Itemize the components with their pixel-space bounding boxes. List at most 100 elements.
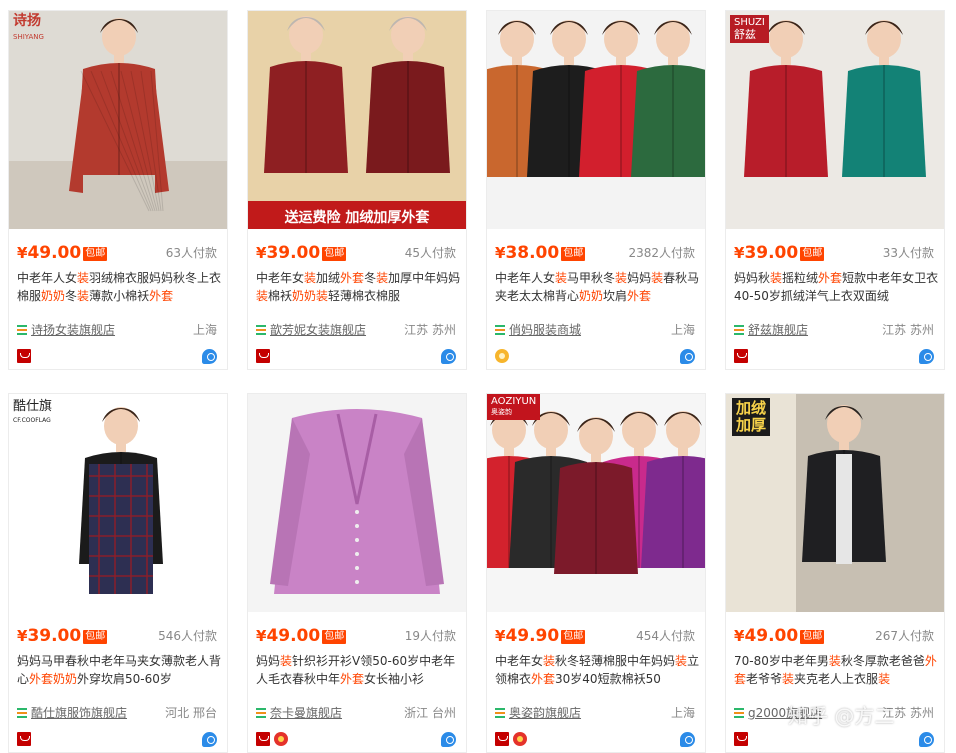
- chat-icon[interactable]: [919, 349, 934, 364]
- price-row: ¥38.00 包邮 2382人付款: [495, 241, 695, 265]
- price-row: ¥39.00 包邮 45人付款: [256, 241, 456, 265]
- shop-link[interactable]: 奥姿韵旗舰店: [509, 704, 581, 722]
- sales-count: 267人付款: [875, 629, 934, 643]
- price-row: ¥39.00 包邮 33人付款: [734, 241, 934, 265]
- product-card[interactable]: ¥38.00 包邮 2382人付款 中老年人女装马甲秋冬装妈妈装春秋马夹老太太棉背…: [486, 10, 706, 370]
- price-row: ¥49.00 包邮 19人付款: [256, 624, 456, 648]
- brand-logo: AOZIYUN 奥姿韵: [487, 394, 541, 420]
- product-card[interactable]: ¥49.00 包邮 19人付款 妈妈装针织衫开衫V领50-60岁中老年人毛衣春秋中…: [247, 393, 467, 753]
- price: ¥39.00 包邮: [734, 243, 825, 263]
- shop-location: 江苏 苏州: [404, 323, 456, 337]
- currency-symbol: ¥: [734, 244, 745, 262]
- price: ¥39.00 包邮: [256, 243, 347, 263]
- price: ¥49.90 包邮: [495, 626, 586, 646]
- currency-symbol: ¥: [17, 627, 28, 645]
- badge-row: [734, 349, 934, 365]
- product-image[interactable]: 酷仕旗 CF.COOFLAG: [9, 394, 227, 612]
- product-title[interactable]: 妈妈马甲春秋中老年马夹女薄款老人背心外套奶奶外穿坎肩50-60岁: [17, 652, 223, 692]
- shop-icon: [256, 708, 266, 718]
- flower-badge-icon: [274, 732, 288, 746]
- sales-count: 33人付款: [882, 246, 934, 260]
- brand-logo: 酷仕旗 CF.COOFLAG: [13, 399, 53, 425]
- shop-link[interactable]: 酷仕旗服饰旗舰店: [31, 704, 127, 722]
- shop-row: 歆芳妮女装旗舰店 江苏 苏州: [256, 321, 456, 339]
- shop-icon: [495, 325, 505, 335]
- shop-location: 上海: [670, 706, 695, 720]
- chat-icon[interactable]: [680, 732, 695, 747]
- price-row: ¥49.00 包邮 63人付款: [17, 241, 217, 265]
- sales-count: 19人付款: [404, 629, 456, 643]
- product-title[interactable]: 70-80岁中老年男装秋冬厚款老爸爸外套老爷爷装夹克老人上衣服装: [734, 652, 940, 692]
- product-card[interactable]: 送运费险 加绒加厚外套 ¥39.00 包邮 45人付款 中老年女装加绒外套冬装加厚…: [247, 10, 467, 370]
- product-image[interactable]: SHUZI 舒兹: [726, 11, 944, 229]
- product-image[interactable]: 送运费险 加绒加厚外套: [248, 11, 466, 229]
- shop-link[interactable]: 歆芳妮女装旗舰店: [270, 321, 366, 339]
- currency-symbol: ¥: [495, 627, 506, 645]
- currency-symbol: ¥: [256, 627, 267, 645]
- flower-badge-icon: [513, 732, 527, 746]
- product-title[interactable]: 中老年人女装马甲秋冬装妈妈装春秋马夹老太太棉背心奶奶坎肩外套: [495, 269, 701, 309]
- promo-banner: 送运费险 加绒加厚外套: [284, 210, 430, 226]
- product-title[interactable]: 妈妈装针织衫开衫V领50-60岁中老年人毛衣春秋中年外套女长袖小衫: [256, 652, 462, 692]
- badge-row: [256, 732, 456, 748]
- currency-symbol: ¥: [734, 627, 745, 645]
- tmall-icon: [17, 349, 31, 363]
- product-card[interactable]: 加绒 加厚 ¥49.00 包邮 267人付款 70-80岁中老年男装秋冬厚款老爸爸外…: [725, 393, 945, 753]
- shop-icon: [734, 325, 744, 335]
- product-image[interactable]: 加绒 加厚: [726, 394, 944, 612]
- product-title[interactable]: 中老年人女装羽绒棉衣服妈妈秋冬上衣棉服奶奶冬装薄款小棉袄外套: [17, 269, 223, 309]
- chat-icon[interactable]: [441, 349, 456, 364]
- shop-link[interactable]: 诗扬女装旗舰店: [31, 321, 115, 339]
- chat-icon[interactable]: [919, 732, 934, 747]
- currency-symbol: ¥: [17, 244, 28, 262]
- product-title[interactable]: 中老年女装秋冬轻薄棉服中年妈妈装立领棉衣外套30岁40短款棉袄50: [495, 652, 701, 692]
- chat-icon[interactable]: [441, 732, 456, 747]
- product-card[interactable]: 酷仕旗 CF.COOFLAG ¥39.00 包邮 546人付款 妈妈马甲春秋中老年马…: [8, 393, 228, 753]
- tmall-icon: [734, 349, 748, 363]
- sales-count: 63人付款: [165, 246, 217, 260]
- shop-location: 上海: [670, 323, 695, 337]
- shop-row: 酷仕旗服饰旗舰店 河北 邢台: [17, 704, 217, 722]
- brand-logo: SHUZI 舒兹: [730, 15, 769, 43]
- price: ¥38.00 包邮: [495, 243, 586, 263]
- product-title[interactable]: 妈妈秋装摇粒绒外套短款中老年女卫衣40-50岁抓绒洋气上衣双面绒: [734, 269, 940, 309]
- shop-row: 俏妈服装商城 上海: [495, 321, 695, 339]
- free-shipping-badge: 包邮: [800, 247, 825, 261]
- chat-icon[interactable]: [680, 349, 695, 364]
- promo-tag: 加绒 加厚: [732, 398, 771, 436]
- shop-link[interactable]: 俏妈服装商城: [509, 321, 581, 339]
- shop-row: 舒兹旗舰店 江苏 苏州: [734, 321, 934, 339]
- shop-link[interactable]: 舒兹旗舰店: [748, 321, 808, 339]
- product-image[interactable]: AOZIYUN 奥姿韵: [487, 394, 705, 612]
- shop-icon: [734, 708, 744, 718]
- badge-row: [495, 732, 695, 748]
- chat-icon[interactable]: [202, 349, 217, 364]
- product-card[interactable]: AOZIYUN 奥姿韵 ¥49.90 包邮 454人付款 中老年女装秋冬轻薄棉服中年…: [486, 393, 706, 753]
- price: ¥39.00 包邮: [17, 626, 108, 646]
- shop-location: 浙江 台州: [404, 706, 456, 720]
- shop-link[interactable]: 奈卡曼旗舰店: [270, 704, 342, 722]
- free-shipping-badge: 包邮: [561, 247, 586, 261]
- product-image[interactable]: 诗扬 SHIYANG: [9, 11, 227, 229]
- product-card[interactable]: SHUZI 舒兹 ¥39.00 包邮 33人付款 妈妈秋装摇粒绒外套短款中老年女卫衣…: [725, 10, 945, 370]
- shop-icon: [17, 708, 27, 718]
- badge-row: [495, 349, 695, 365]
- chat-icon[interactable]: [202, 732, 217, 747]
- badge-row: [256, 349, 456, 365]
- shop-icon: [495, 708, 505, 718]
- currency-symbol: ¥: [495, 244, 506, 262]
- shop-location: 上海: [192, 323, 217, 337]
- shop-row: 奈卡曼旗舰店 浙江 台州: [256, 704, 456, 722]
- shop-row: 奥姿韵旗舰店 上海: [495, 704, 695, 722]
- free-shipping-badge: 包邮: [322, 630, 347, 644]
- shop-location: 江苏 苏州: [882, 323, 934, 337]
- product-image[interactable]: [248, 394, 466, 612]
- product-card[interactable]: 诗扬 SHIYANG ¥49.00 包邮 63人付款 中老年人女装羽绒棉衣服妈妈秋冬…: [8, 10, 228, 370]
- shop-icon: [17, 325, 27, 335]
- product-image[interactable]: [487, 11, 705, 229]
- badge-row: [17, 349, 217, 365]
- product-title[interactable]: 中老年女装加绒外套冬装加厚中年妈妈装棉袄奶奶装轻薄棉衣棉服: [256, 269, 462, 309]
- price: ¥49.00 包邮: [17, 243, 108, 263]
- tmall-icon: [256, 349, 270, 363]
- sales-count: 454人付款: [636, 629, 695, 643]
